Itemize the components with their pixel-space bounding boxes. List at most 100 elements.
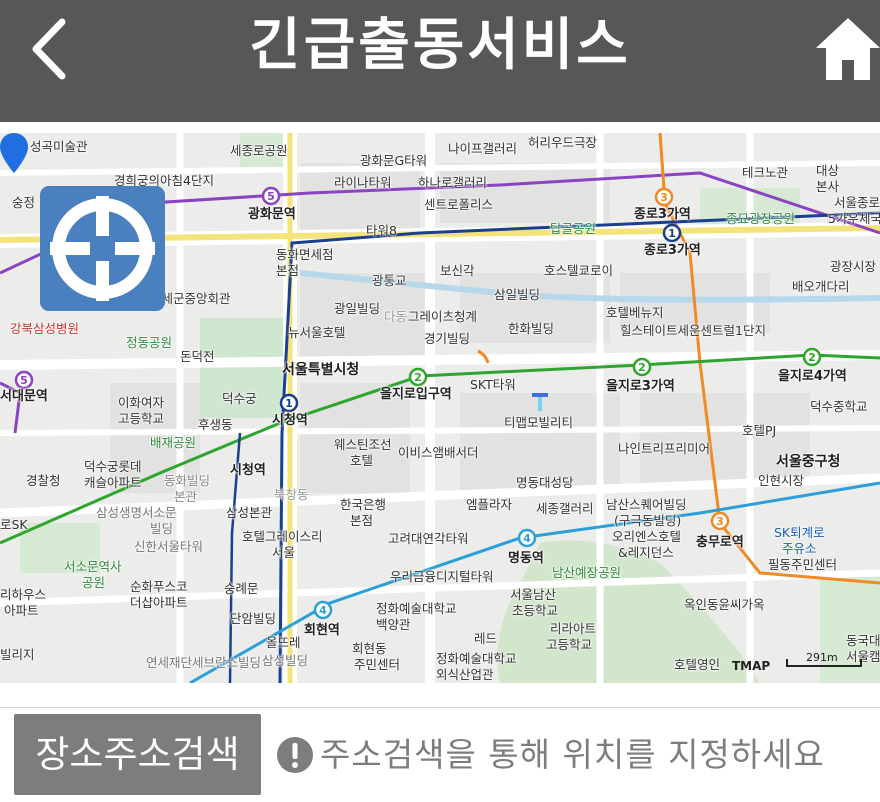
map-label: 명동역 — [508, 551, 544, 566]
map-label: 한화빌딩 — [508, 321, 555, 336]
map-label: 힐스테이트세운센트럴1단지 — [620, 323, 766, 338]
map-label: 리하우스 — [0, 587, 47, 602]
crosshair-icon — [50, 196, 155, 301]
map-label: 순화푸스코 — [130, 579, 188, 594]
place-address-search-button[interactable]: 장소주소검색 — [14, 714, 261, 795]
map-label: 후생동 — [198, 417, 233, 432]
map-label: 이화여자 — [118, 395, 165, 410]
map-label: (구극동빌딩) — [614, 513, 682, 528]
map-label: 허리우드극장 — [528, 135, 598, 150]
map-label: 정화예술대학교 — [376, 601, 457, 616]
map-label: 회현동 — [352, 641, 387, 656]
map-label: 타워8 — [366, 223, 397, 238]
map-label: 성곡미술관 — [30, 139, 88, 154]
scale-bar — [786, 659, 862, 667]
map-label: 회현역 — [304, 623, 340, 638]
location-hint-text: 주소검색을 통해 위치를 지정하세요 — [320, 735, 825, 774]
map-label: 숭례문 — [224, 581, 259, 596]
map-label: 주유소 — [782, 541, 817, 556]
map-label: 시청역 — [272, 413, 308, 428]
map-label: 초등학교 — [512, 603, 559, 618]
svg-text:3: 3 — [716, 515, 724, 528]
map-label: 오리엔스호텔 — [612, 529, 682, 544]
svg-text:5: 5 — [20, 374, 28, 387]
map-label: 웨스틴조선 — [334, 437, 392, 452]
map-label: 더샵아파트 — [130, 595, 188, 610]
map-label: 한국은행 — [340, 497, 387, 512]
map-label: 시청역 — [230, 463, 266, 478]
divider — [0, 707, 880, 708]
map-label: 외식산업관 — [436, 667, 494, 682]
map-label: 세종갤러리 — [536, 501, 594, 516]
map-label: 광장시장 — [830, 259, 877, 274]
map-label: 서울종로 — [834, 195, 880, 210]
map-label: 종로3가역 — [634, 207, 691, 222]
map-label: 연세재단세브란스빌딩 — [146, 655, 262, 670]
map-label: 숭정 — [12, 195, 36, 210]
map-label: 종묘광장공원 — [726, 211, 796, 226]
map-label: 본관 — [174, 489, 198, 504]
map-label: 덕수궁 — [222, 391, 257, 406]
map-label: 본점 — [350, 513, 374, 528]
map-label: 레드 — [474, 631, 498, 646]
map-label: 호텔PJ — [742, 423, 777, 438]
map-label: 정화예술대학교 — [436, 651, 517, 666]
map-label: 테크노관 — [742, 165, 789, 180]
map-label: 덕수중학교 — [810, 399, 868, 414]
map-label: 단암빌딩 — [230, 611, 277, 626]
home-icon[interactable] — [812, 14, 880, 84]
map-label: 나인트리프리미어 — [618, 441, 711, 456]
map-label: 삼성본관 — [226, 505, 273, 520]
map-label: 공원 — [82, 575, 106, 590]
page-title: 긴급출동서비스 — [249, 13, 631, 78]
map-label: 티맵모빌리티 — [504, 415, 574, 430]
map-label: 배오개다리 — [792, 279, 850, 294]
map-label: 본사 — [816, 179, 840, 194]
map-label: 고등학교 — [118, 411, 165, 426]
map-label: 백양관 — [376, 617, 411, 632]
map-label: 동화빌딩 — [164, 473, 211, 488]
map-label: 을지로입구역 — [380, 387, 452, 402]
map-label: 강북삼성병원 — [10, 321, 80, 336]
svg-text:5: 5 — [267, 190, 275, 203]
map-label: 올뜨레 — [266, 635, 301, 650]
svg-text:2: 2 — [414, 371, 422, 384]
map-label: 호텔 — [350, 453, 374, 468]
map-label: 하나로갤러리 — [418, 175, 488, 190]
map-label: 5가우체국 — [828, 211, 880, 226]
map-label: 삼성빌딩 — [262, 653, 309, 668]
map-label: 캐슬아파트 — [84, 475, 142, 490]
map-label: 서소문역사 — [64, 559, 122, 574]
map-label: 서울남산 — [510, 587, 557, 602]
map-label: 그레이츠청계 — [408, 309, 478, 324]
map-label: 을지로4가역 — [778, 369, 847, 384]
map-label: 빌리지 — [0, 647, 35, 662]
map-label: 광화문역 — [248, 207, 296, 222]
map-label: 인현시장 — [758, 473, 805, 488]
map-label: 배재공원 — [150, 435, 197, 450]
map-label: 정동공원 — [126, 335, 173, 350]
svg-text:1: 1 — [285, 397, 293, 410]
map-label: 본점 — [276, 263, 300, 278]
map-label: 보신각 — [440, 263, 475, 278]
map-label: 동국대 — [846, 633, 880, 648]
map-label: 서울 — [272, 545, 296, 560]
map-label: 남산예장공원 — [552, 565, 622, 580]
map-label: 나이프갤러리 — [448, 141, 518, 156]
map-label: 덕수궁롯데 — [84, 459, 142, 474]
map-label: 대상 — [816, 163, 840, 178]
map-label: 광화문G타워 — [360, 153, 428, 168]
map-label: 탑골공원 — [550, 221, 597, 236]
current-location-button[interactable] — [40, 186, 165, 311]
map-label: 우리금융디지털타워 — [390, 569, 494, 584]
map-label: SK퇴계로 — [774, 525, 825, 540]
map-label: SKT타워 — [470, 377, 516, 392]
map-label: 을지로3가역 — [606, 379, 675, 394]
map-view[interactable]: 5 3 1 2 2 2 1 5 3 4 4 성곡미술관 세종로공원 나이프갤러리… — [0, 133, 880, 683]
map-label: 동화면세점 — [276, 247, 334, 262]
map-label: 광통교 — [372, 273, 407, 288]
svg-text:4: 4 — [319, 604, 327, 617]
location-pin-icon[interactable] — [0, 133, 28, 173]
app-header: 긴급출동서비스 — [0, 0, 880, 122]
map-label: 호텔그레이스리 — [242, 529, 323, 544]
